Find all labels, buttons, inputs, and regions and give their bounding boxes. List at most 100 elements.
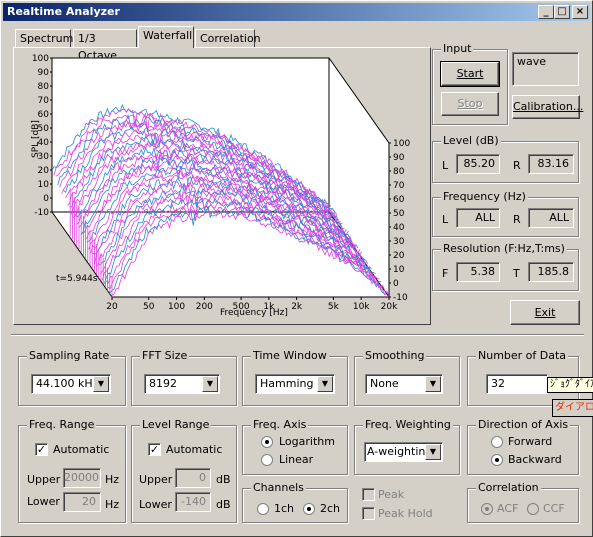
level-range-auto-label: Automatic: [166, 443, 223, 456]
y-tick-label: 0: [43, 194, 49, 204]
main-window: Realtime Analyzer _ □ × Spectrum 1/3 Oct…: [0, 0, 593, 537]
direction-forward-label: Forward: [508, 435, 553, 448]
freq-axis-log-radio[interactable]: [261, 436, 273, 448]
freq-lower-unit: Hz: [105, 498, 120, 511]
fft-size-select[interactable]: 8192 ▼: [144, 374, 220, 394]
separator: [11, 334, 584, 336]
sampling-rate-value: 44.100 kHz: [36, 377, 99, 390]
correlation-label: Correlation: [476, 481, 541, 494]
input-source-box: wave: [512, 52, 579, 86]
close-button[interactable]: ×: [572, 5, 588, 19]
channels-2ch-label: 2ch: [320, 502, 341, 515]
frequency-r-label: R: [513, 213, 521, 226]
frequency-l-value: ALL: [456, 208, 500, 228]
time-window-select[interactable]: Hamming ▼: [255, 374, 335, 394]
chevron-down-icon[interactable]: ▼: [93, 376, 109, 392]
x-axis-label: Frequency [Hz]: [220, 308, 288, 318]
time-window-label: Time Window: [251, 349, 329, 362]
level-lower-unit: dB: [216, 498, 231, 511]
level-range-auto-checkbox[interactable]: ✓: [148, 443, 161, 456]
y2-tick-label: 60: [393, 195, 405, 205]
tooltip-dialog: ダイアロ: [552, 399, 593, 417]
x-tick-label: 10k: [353, 302, 370, 312]
tab-third-octave[interactable]: 1/3 Octave: [73, 29, 137, 62]
calibration-button[interactable]: Calibration...: [512, 95, 584, 119]
x-tick-label: 100: [168, 302, 185, 312]
peak-checkbox[interactable]: [362, 488, 375, 501]
tab-waterfall[interactable]: Waterfall: [138, 26, 194, 48]
correlation-acf-radio[interactable]: [481, 503, 493, 515]
stop-button[interactable]: Stop: [441, 92, 499, 116]
tab-spectrum[interactable]: Spectrum: [15, 29, 73, 47]
chevron-down-icon[interactable]: ▼: [425, 376, 441, 392]
sampling-rate-label: Sampling Rate: [27, 349, 112, 362]
x-tick-label: 200: [196, 302, 213, 312]
start-button[interactable]: Start: [440, 61, 500, 87]
title-bar[interactable]: Realtime Analyzer _ □ ×: [3, 3, 590, 21]
level-l-value: 85.20: [456, 154, 500, 174]
direction-group: Direction of Axis: [467, 418, 579, 475]
minimize-button[interactable]: _: [538, 5, 554, 19]
direction-backward-radio[interactable]: [491, 454, 503, 466]
correlation-ccf-radio[interactable]: [527, 503, 539, 515]
smoothing-select[interactable]: None ▼: [365, 374, 443, 394]
y2-tick-label: 20: [393, 251, 405, 261]
y-axis-label: SPL [dB]: [31, 120, 41, 158]
direction-label: Direction of Axis: [476, 418, 571, 431]
tab-correlation[interactable]: Correlation: [195, 29, 261, 47]
y2-tick-label: 0: [393, 279, 399, 289]
resolution-f-label: F: [442, 267, 449, 280]
level-upper-label: Upper: [139, 473, 173, 486]
level-lower-label: Lower: [139, 498, 172, 511]
freq-upper-input[interactable]: 20000: [63, 468, 101, 488]
chevron-down-icon[interactable]: ▼: [425, 444, 441, 460]
y-tick-label: -10: [34, 208, 49, 218]
freq-upper-label: Upper: [27, 473, 61, 486]
direction-forward-radio[interactable]: [491, 436, 503, 448]
input-source-value: wave: [517, 55, 547, 68]
freq-weighting-value: A-weighting: [367, 445, 433, 458]
freq-weighting-label: Freq. Weighting: [363, 418, 453, 431]
x-tick-label: 20: [106, 302, 118, 312]
waterfall-panel: 100 90 80 70 60 50 40 30 20 10 0 -10 100 90 80 70 60 50 40…: [13, 47, 431, 325]
resolution-f-value: 5.38: [456, 262, 500, 282]
level-l-label: L: [442, 159, 449, 172]
tooltip-jog-dial: ｼﾞｮｸﾞﾀﾞｲｱﾙ: [547, 377, 593, 393]
y-tick-label: 10: [38, 180, 50, 190]
smoothing-label: Smoothing: [363, 349, 427, 362]
y2-tick-label: 30: [393, 237, 405, 247]
freq-range-auto-label: Automatic: [53, 443, 110, 456]
freq-weighting-select[interactable]: A-weighting ▼: [364, 442, 443, 462]
y-tick-label: 70: [38, 96, 50, 106]
peak-hold-checkbox[interactable]: [362, 507, 375, 520]
stop-button-label: Stop: [457, 97, 483, 110]
x-tick-label: 20k: [381, 302, 398, 312]
calibration-button-label: Calibration...: [513, 100, 584, 113]
exit-button[interactable]: Exit: [510, 300, 580, 325]
level-upper-unit: dB: [216, 473, 231, 486]
chevron-down-icon[interactable]: ▼: [202, 376, 218, 392]
channels-1ch-radio[interactable]: [257, 503, 269, 515]
x-tick-label: 2k: [291, 302, 303, 312]
freq-axis-linear-radio[interactable]: [261, 454, 273, 466]
fft-size-label: FFT Size: [140, 349, 190, 362]
sampling-rate-select[interactable]: 44.100 kHz ▼: [31, 374, 111, 394]
y2-tick-label: 80: [393, 167, 405, 177]
y-tick-label: 20: [38, 166, 50, 176]
chevron-down-icon[interactable]: ▼: [317, 376, 333, 392]
level-lower-input[interactable]: -140: [175, 492, 211, 512]
channels-2ch-radio[interactable]: [303, 503, 315, 515]
freq-lower-label: Lower: [27, 495, 60, 508]
freq-lower-input[interactable]: 20: [63, 492, 101, 512]
level-upper-input[interactable]: 0: [175, 468, 211, 488]
plot-area: [52, 58, 389, 297]
y-tick-label: 90: [38, 68, 50, 78]
maximize-button[interactable]: □: [554, 5, 570, 19]
channels-label: Channels: [251, 481, 306, 494]
freq-axis-linear-label: Linear: [279, 453, 314, 466]
number-of-data-input[interactable]: 32: [486, 374, 548, 394]
frequency-r-value: ALL: [528, 208, 574, 228]
smoothing-value: None: [370, 377, 399, 390]
y2-tick-label: 10: [393, 265, 405, 275]
freq-range-auto-checkbox[interactable]: ✓: [35, 443, 48, 456]
